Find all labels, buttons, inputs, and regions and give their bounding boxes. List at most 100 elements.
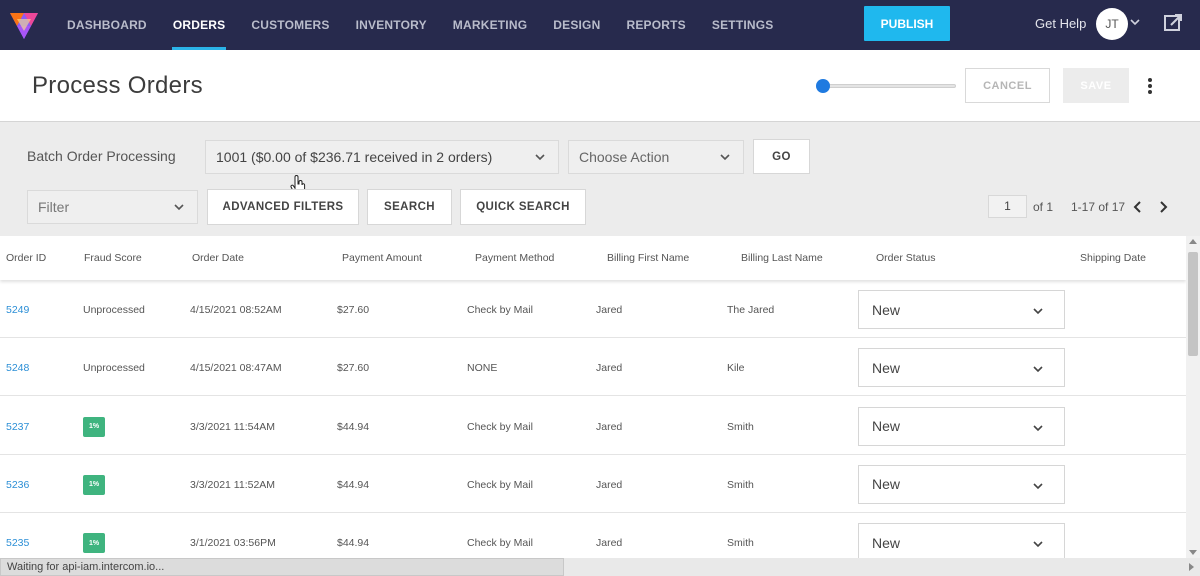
chevron-left-icon[interactable]	[1131, 200, 1145, 214]
column-header[interactable]: Shipping Date	[1080, 252, 1146, 264]
batch-select[interactable]: 1001 ($0.00 of $236.71 received in 2 ord…	[205, 140, 559, 174]
column-header[interactable]: Billing First Name	[607, 252, 689, 264]
order-status-value: New	[872, 301, 901, 318]
scrollbar-thumb[interactable]	[1188, 252, 1198, 356]
column-header[interactable]: Payment Amount	[342, 252, 422, 264]
scroll-up-icon[interactable]	[1189, 239, 1197, 244]
go-button[interactable]: GO	[753, 139, 810, 174]
app-logo[interactable]	[8, 7, 40, 41]
page-header: Process Orders CANCEL SAVE	[0, 50, 1200, 122]
payment-amount-cell: $27.60	[337, 304, 370, 316]
order-status-select[interactable]: New	[858, 290, 1065, 329]
chevron-down-icon	[1033, 425, 1043, 431]
order-id-link[interactable]: 5248	[6, 362, 29, 374]
external-link-icon[interactable]	[1163, 13, 1183, 33]
orders-table: Order ID Fraud Score Order Date Payment Amo…	[0, 236, 1186, 558]
order-date-cell: 4/15/2021 08:52AM	[190, 304, 282, 316]
page-title: Process Orders	[32, 72, 203, 99]
table-header: Order ID Fraud Score Order Date Payment Amo…	[0, 236, 1186, 280]
order-status-select[interactable]: New	[858, 523, 1065, 558]
column-header[interactable]: Fraud Score	[84, 252, 142, 264]
order-status-select[interactable]: New	[858, 464, 1065, 504]
table-row: 5236 1% 3/3/2021 11:52AM $44.94 Check by Mai…	[0, 454, 1186, 513]
payment-amount-cell: $44.94	[337, 478, 370, 491]
nav-item-design[interactable]: DESIGN	[540, 0, 613, 50]
nav-item-customers[interactable]: CUSTOMERS	[238, 0, 342, 50]
save-button[interactable]: SAVE	[1063, 68, 1129, 103]
order-status-select[interactable]: New	[858, 348, 1065, 388]
choose-action-select[interactable]: Choose Action	[568, 140, 744, 174]
payment-amount-cell: $27.60	[337, 362, 370, 375]
chevron-down-icon[interactable]	[1130, 17, 1140, 27]
chevron-down-icon	[1033, 483, 1043, 490]
column-header[interactable]: Order Date	[192, 252, 244, 264]
table-row: 5235 1% 3/1/2021 03:56PM $44.94 Check by Mai…	[0, 513, 1186, 558]
chevron-down-icon	[1033, 308, 1043, 315]
chevron-right-icon[interactable]	[1156, 200, 1170, 214]
publish-button[interactable]: PUBLISH	[864, 6, 950, 41]
order-status-value: New	[872, 534, 901, 551]
quick-search-button[interactable]: QUICK SEARCH	[460, 189, 586, 225]
nav-item-dashboard[interactable]: DASHBOARD	[54, 0, 160, 50]
payment-method-cell: Check by Mail	[467, 478, 533, 491]
filter-select[interactable]: Filter	[27, 190, 198, 224]
batch-select-value: 1001 ($0.00 of $236.71 received in 2 ord…	[216, 149, 493, 165]
chevron-down-icon	[1033, 541, 1043, 548]
zoom-slider[interactable]	[816, 78, 958, 94]
first-name-cell: Jared	[596, 537, 623, 550]
get-help-link[interactable]: Get Help	[1035, 16, 1086, 31]
nav-menu: DASHBOARD ORDERS CUSTOMERS INVENTORY MARKETI…	[54, 0, 787, 50]
order-id-link[interactable]: 5249	[6, 304, 29, 316]
last-name-cell: The Jared	[727, 304, 775, 316]
nav-item-inventory[interactable]: INVENTORY	[343, 0, 440, 50]
nav-item-settings[interactable]: SETTINGS	[699, 0, 787, 50]
cancel-button[interactable]: CANCEL	[965, 68, 1050, 103]
page-number-input[interactable]: 1	[988, 195, 1027, 218]
last-name-cell: Kile	[727, 362, 745, 375]
order-date-cell: 3/3/2021 11:54AM	[190, 420, 276, 433]
record-range-label: 1-17 of 17	[1071, 200, 1126, 214]
column-header[interactable]: Order Status	[876, 252, 936, 264]
payment-amount-cell: $44.94	[337, 420, 370, 433]
column-header[interactable]: Payment Method	[475, 252, 554, 264]
column-header[interactable]: Billing Last Name	[741, 252, 823, 264]
column-header[interactable]: Order ID	[6, 252, 46, 264]
table-row: 5248 Unprocessed 4/15/2021 08:47AM $27.60 NO…	[0, 338, 1186, 397]
last-name-cell: Smith	[727, 420, 754, 433]
payment-method-cell: NONE	[467, 362, 498, 375]
scroll-right-icon[interactable]	[1189, 563, 1194, 571]
order-status-value: New	[872, 418, 901, 435]
payment-method-cell: Check by Mail	[467, 420, 533, 433]
payment-amount-cell: $44.94	[337, 537, 370, 550]
more-options-icon[interactable]	[1141, 76, 1159, 96]
scroll-down-icon[interactable]	[1189, 550, 1197, 555]
first-name-cell: Jared	[596, 362, 623, 375]
last-name-cell: Smith	[727, 478, 754, 491]
slider-thumb[interactable]	[816, 79, 830, 93]
order-id-link[interactable]: 5236	[6, 479, 29, 491]
avatar[interactable]: JT	[1096, 8, 1128, 40]
order-id-link[interactable]: 5235	[6, 537, 29, 549]
advanced-filters-button[interactable]: ADVANCED FILTERS	[207, 189, 359, 225]
nav-item-marketing[interactable]: MARKETING	[440, 0, 540, 50]
order-status-select[interactable]: New	[858, 406, 1065, 446]
first-name-cell: Jared	[596, 304, 623, 316]
filter-value: Filter	[38, 199, 70, 215]
order-status-value: New	[872, 359, 901, 376]
search-button[interactable]: SEARCH	[367, 189, 452, 225]
vertical-scrollbar[interactable]	[1186, 236, 1200, 558]
fraud-score-badge: 1%	[83, 474, 105, 495]
table-row: 5249 Unprocessed 4/15/2021 08:52AM $27.60 Ch…	[0, 280, 1186, 338]
order-date-cell: 3/1/2021 03:56PM	[190, 537, 276, 550]
table-row: 5237 1% 3/3/2021 11:54AM $44.94 Check by Mai…	[0, 396, 1186, 455]
nav-item-reports[interactable]: REPORTS	[613, 0, 698, 50]
payment-method-cell: Check by Mail	[467, 537, 533, 550]
chevron-down-icon	[1033, 366, 1043, 373]
slider-track	[820, 84, 956, 88]
order-id-link[interactable]: 5237	[6, 421, 29, 433]
chevron-down-icon	[535, 154, 545, 161]
nav-item-orders[interactable]: ORDERS	[160, 0, 239, 50]
first-name-cell: Jared	[596, 420, 623, 433]
order-date-cell: 3/3/2021 11:52AM	[190, 478, 276, 491]
fraud-score-badge: 1%	[83, 416, 105, 437]
